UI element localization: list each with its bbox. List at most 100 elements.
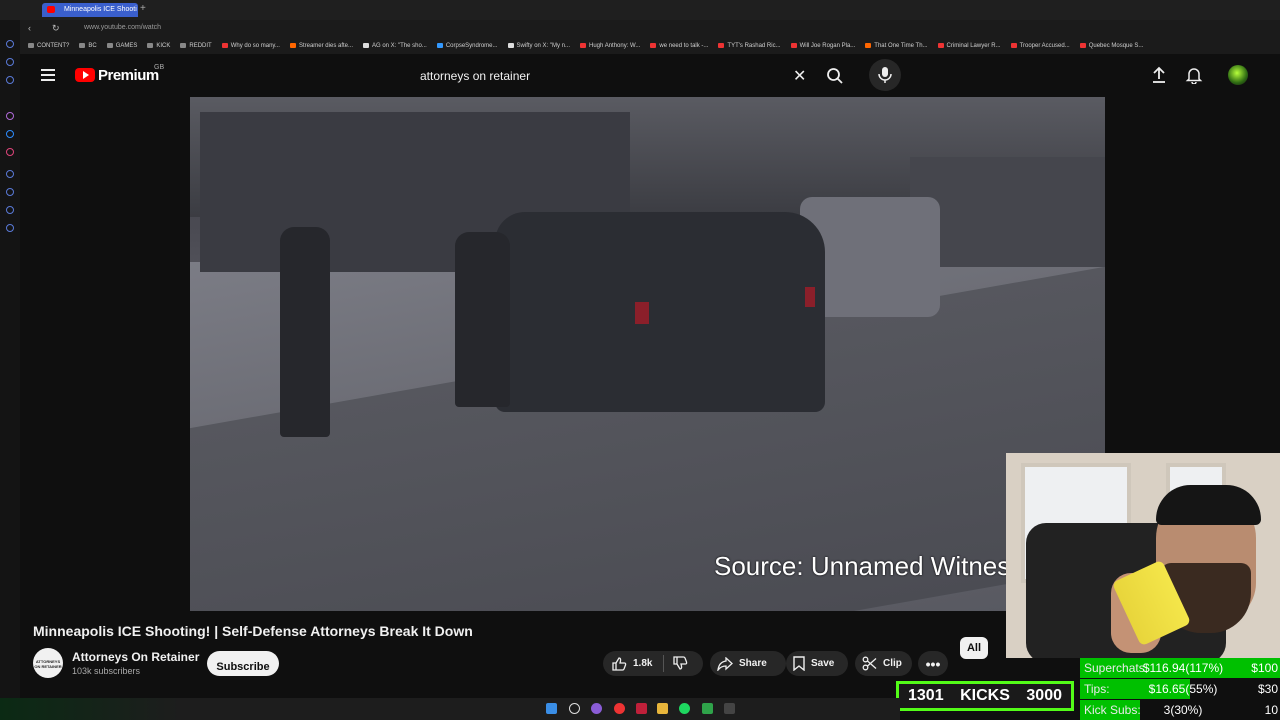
taskbar-app-icon[interactable]: [702, 703, 713, 714]
goal-label: Kick Subs:: [1084, 703, 1141, 717]
like-divider: [663, 655, 664, 672]
sidebar-app-icon[interactable]: [6, 58, 14, 66]
notifications-button[interactable]: [1185, 66, 1203, 85]
goal-value: $16.65(55%): [1148, 682, 1218, 696]
upload-icon: [1153, 66, 1165, 83]
browser-tab-bar: Minneapolis ICE Shooti +: [0, 0, 1280, 20]
bookmark-item[interactable]: AG on X: "The sho...: [363, 42, 427, 49]
dislike-button[interactable]: [672, 655, 688, 676]
kicks-goal: 3000: [1026, 687, 1062, 704]
clip-button[interactable]: Clip: [855, 651, 912, 676]
taskbar-browser-icon[interactable]: [614, 703, 625, 714]
address-bar: ‹ ↻ www.youtube.com/watch: [0, 20, 1280, 38]
share-arrow-icon: [717, 656, 733, 671]
search-input[interactable]: attorneys on retainer: [420, 69, 530, 83]
more-actions-button[interactable]: •••: [918, 651, 948, 676]
like-count: 1.8k: [633, 658, 653, 669]
filter-chip-all[interactable]: All: [960, 637, 988, 659]
subscriber-count: 103k subscribers: [72, 666, 141, 676]
goal-row-tips: Tips: $16.65(55%) $30: [1080, 679, 1280, 699]
share-button[interactable]: Share: [710, 651, 786, 676]
upload-button[interactable]: [1150, 66, 1168, 84]
back-icon[interactable]: ‹: [28, 23, 31, 33]
bookmark-item[interactable]: CONTENT?: [28, 42, 69, 49]
bookmark-item[interactable]: That One Time Th...: [865, 42, 928, 49]
sidebar-app-icon[interactable]: [6, 130, 14, 138]
goal-target: $30: [1257, 682, 1278, 696]
bookmark-item[interactable]: Streamer dies afte...: [289, 42, 353, 49]
search-icon: [827, 68, 843, 84]
bookmark-item[interactable]: GAMES: [106, 42, 137, 49]
taskbar-app-icon[interactable]: [724, 703, 735, 714]
account-avatar[interactable]: [1228, 65, 1248, 85]
search-box[interactable]: attorneys on retainer ✕: [410, 63, 835, 89]
video-frame-tail-light: [805, 287, 815, 307]
share-label: Share: [739, 658, 767, 669]
like-button[interactable]: 1.8k: [603, 651, 703, 676]
bookmark-item[interactable]: Quebec Mosque S...: [1079, 42, 1143, 49]
hamburger-menu-icon[interactable]: [41, 69, 55, 81]
bookmark-item[interactable]: Will Joe Rogan Pla...: [790, 42, 855, 49]
bookmark-item[interactable]: Why do so many...: [221, 42, 280, 49]
save-label: Save: [811, 658, 835, 669]
clear-search-icon[interactable]: ✕: [793, 66, 806, 86]
bookmark-item[interactable]: Swifty on X: "My n...: [507, 42, 570, 49]
microphone-icon: [878, 67, 892, 83]
goal-label: Tips:: [1084, 682, 1110, 696]
bookmark-item[interactable]: BC: [79, 42, 97, 49]
brand-label: Premium: [98, 67, 159, 84]
sidebar-app-icon[interactable]: [6, 224, 14, 232]
youtube-header: Premium GB attorneys on retainer ✕: [20, 54, 1280, 96]
sidebar-app-icon[interactable]: [6, 40, 14, 48]
stream-goals-panel: Superchats $116.94(117%) $100 Tips: $16.…: [1080, 658, 1280, 720]
youtube-logo-icon[interactable]: [75, 68, 95, 82]
video-title: Minneapolis ICE Shooting! | Self-Defense…: [33, 623, 473, 639]
bookmark-item[interactable]: REDDIT: [180, 42, 212, 49]
sidebar-app-icon[interactable]: [6, 112, 14, 120]
bookmark-item[interactable]: Criminal Lawyer R...: [937, 42, 1001, 49]
sidebar-app-icon[interactable]: [6, 206, 14, 214]
goal-label: Superchats: [1084, 661, 1145, 675]
sidebar-app-icon[interactable]: [6, 148, 14, 156]
bookmark-item[interactable]: TYT's Rashad Ric...: [718, 42, 781, 49]
goal-target: 10: [1264, 703, 1278, 717]
webcam-cap: [1156, 485, 1261, 525]
goal-row-superchats: Superchats $116.94(117%) $100: [1080, 658, 1280, 678]
url-field[interactable]: www.youtube.com/watch: [84, 24, 161, 31]
search-button[interactable]: [820, 64, 850, 88]
kicks-current: 1301: [908, 687, 944, 704]
bell-icon: [1185, 68, 1203, 85]
webcam-overlay: [1006, 453, 1280, 658]
taskbar-search-icon[interactable]: [569, 703, 580, 714]
thumbs-up-icon: [612, 656, 627, 671]
video-frame-tail-light: [635, 302, 649, 324]
sidebar-app-icon[interactable]: [6, 188, 14, 196]
reload-icon[interactable]: ↻: [52, 23, 60, 34]
subscribe-button[interactable]: Subscribe: [207, 651, 279, 676]
sidebar-app-icon[interactable]: [6, 76, 14, 84]
bookmark-icon: [793, 656, 805, 671]
clip-label: Clip: [883, 658, 902, 669]
bookmark-item[interactable]: we need to talk -...: [650, 42, 708, 49]
start-menu-icon[interactable]: [546, 703, 557, 714]
taskbar-spotify-icon[interactable]: [679, 703, 690, 714]
bookmarks-bar: CONTENT? BC GAMES KICK REDDIT Why do so …: [20, 38, 1280, 54]
bookmark-item[interactable]: CorpseSyndrome...: [436, 42, 498, 49]
taskbar-app-icon[interactable]: [591, 703, 602, 714]
bookmark-item[interactable]: Hugh Anthony: W...: [580, 42, 640, 49]
bookmark-item[interactable]: KICK: [147, 42, 170, 49]
browser-tab-active[interactable]: Minneapolis ICE Shooti: [42, 3, 138, 17]
channel-name[interactable]: Attorneys On Retainer: [72, 650, 199, 664]
taskbar-folder-icon[interactable]: [657, 703, 668, 714]
taskbar-app-icon[interactable]: [636, 703, 647, 714]
video-frame-person: [280, 227, 330, 437]
sidebar-app-icon[interactable]: [6, 170, 14, 178]
new-tab-button[interactable]: +: [140, 3, 146, 14]
bookmark-item[interactable]: Trooper Accused...: [1010, 42, 1070, 49]
channel-avatar[interactable]: ATTORNEYS ON RETAINER: [33, 648, 63, 678]
save-button[interactable]: Save: [786, 651, 848, 676]
region-label: GB: [154, 64, 165, 71]
voice-search-button[interactable]: [869, 59, 901, 91]
video-player[interactable]: Source: Unnamed Witnes: [190, 97, 1105, 611]
kicks-label: KICKS: [960, 687, 1010, 704]
